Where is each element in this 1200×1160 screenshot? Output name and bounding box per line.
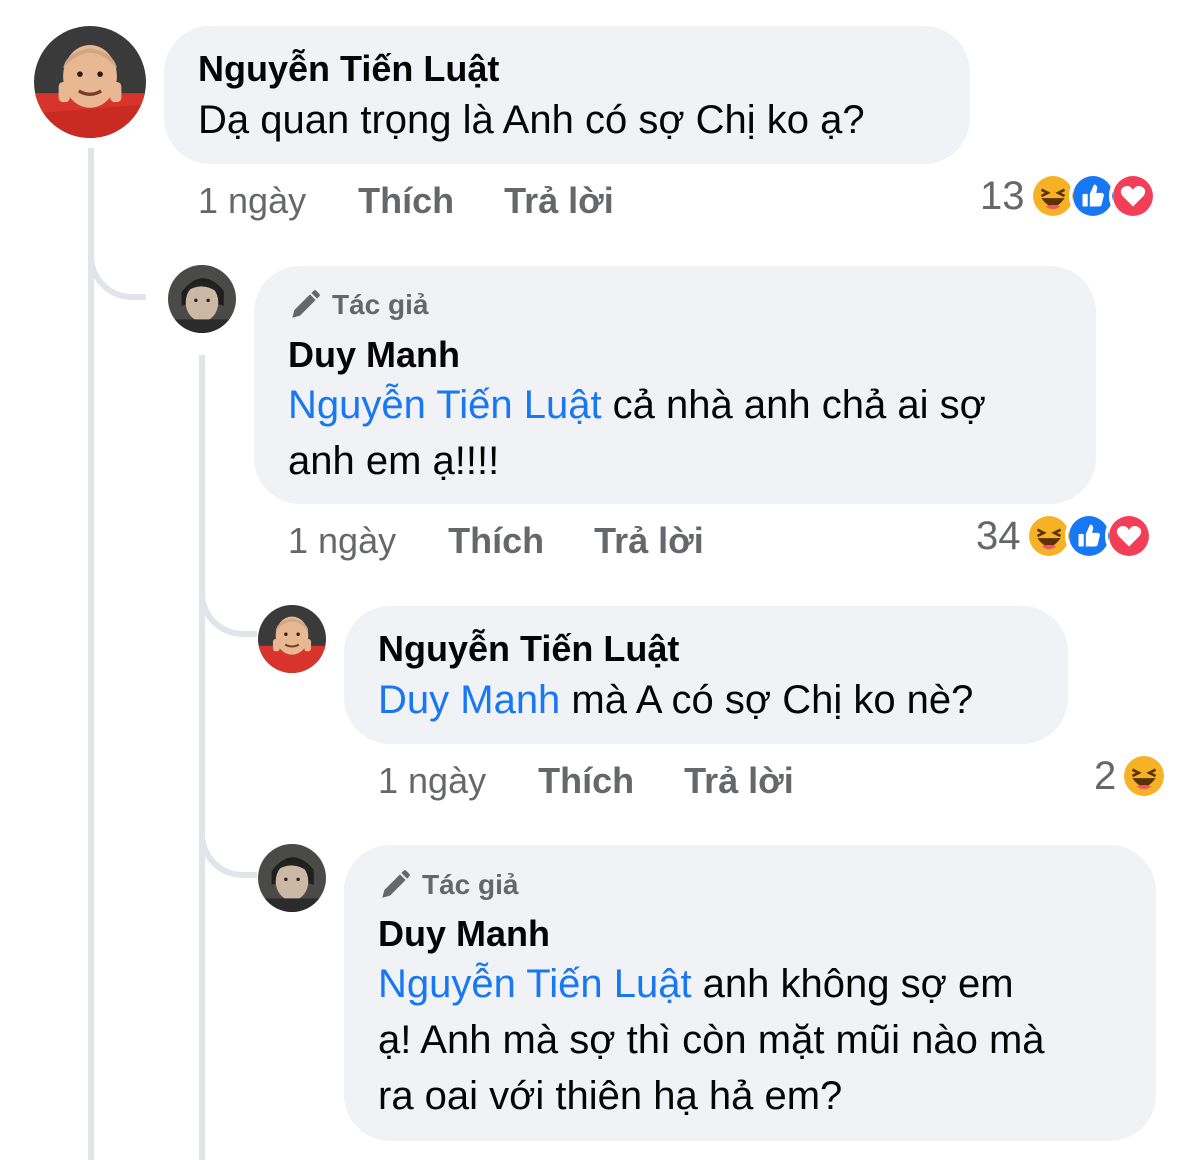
reply-button[interactable]: Trả lời bbox=[594, 520, 704, 562]
thread-curve-2 bbox=[199, 575, 257, 637]
avatar[interactable] bbox=[34, 26, 146, 138]
comment-author-name[interactable]: Duy Manh bbox=[378, 913, 550, 955]
thread-line-main bbox=[88, 148, 94, 1160]
comment-text: Nguyễn Tiến Luật anh không sợ em ạ! Anh … bbox=[378, 956, 1148, 1124]
thread-curve-3 bbox=[199, 810, 257, 878]
reactions-summary[interactable]: 13 bbox=[980, 172, 1157, 220]
comment-text-line: anh không sợ em bbox=[691, 962, 1014, 1006]
comment-meta: 1 ngày Thích Trả lời bbox=[198, 180, 664, 222]
comment-time[interactable]: 1 ngày bbox=[288, 520, 396, 562]
comment-text-line: mà A có sợ Chị ko nè? bbox=[560, 678, 974, 722]
comment-meta: 1 ngày Thích Trả lời bbox=[378, 760, 844, 802]
reactions-summary[interactable]: 34 bbox=[976, 512, 1153, 560]
reactions-summary[interactable]: 2 bbox=[1094, 752, 1169, 800]
comment-text: Duy Manh mà A có sợ Chị ko nè? bbox=[378, 672, 973, 728]
like-button[interactable]: Thích bbox=[538, 760, 634, 802]
comment-author-name[interactable]: Duy Manh bbox=[288, 334, 460, 376]
like-button[interactable]: Thích bbox=[358, 180, 454, 222]
love-reaction-icon bbox=[1104, 512, 1153, 560]
reaction-count: 2 bbox=[1094, 753, 1117, 798]
pencil-icon bbox=[382, 870, 410, 898]
comment-meta: 1 ngày Thích Trả lời bbox=[288, 520, 754, 562]
avatar[interactable] bbox=[258, 605, 326, 673]
author-badge: Tác giả bbox=[378, 868, 518, 902]
reply-button[interactable]: Trả lời bbox=[504, 180, 614, 222]
comment-author-name[interactable]: Nguyễn Tiến Luật bbox=[198, 48, 499, 90]
comment-text: Dạ quan trọng là Anh có sợ Chị ko ạ? bbox=[198, 98, 865, 142]
author-badge-label: Tác giả bbox=[332, 289, 429, 320]
reply-button[interactable]: Trả lời bbox=[684, 760, 794, 802]
like-button[interactable]: Thích bbox=[448, 520, 544, 562]
pencil-icon bbox=[292, 290, 320, 318]
thread-curve-1 bbox=[88, 230, 146, 300]
comment-author-name[interactable]: Nguyễn Tiến Luật bbox=[378, 628, 679, 670]
haha-reaction-icon bbox=[1120, 752, 1169, 800]
comment-text-line: cả nhà anh chả ai sợ bbox=[601, 383, 986, 427]
avatar[interactable] bbox=[168, 265, 236, 333]
comment-text-line: ạ! Anh mà sợ thì còn mặt mũi nào mà bbox=[378, 1018, 1045, 1062]
thread-line-reply bbox=[199, 355, 205, 1160]
comment-text: Nguyễn Tiến Luật cả nhà anh chả ai sợ an… bbox=[288, 377, 1078, 489]
author-badge-label: Tác giả bbox=[422, 869, 519, 900]
reaction-count: 34 bbox=[976, 513, 1021, 558]
mention-link[interactable]: Nguyễn Tiến Luật bbox=[378, 962, 692, 1006]
comment-text-line: ra oai với thiên hạ hả em? bbox=[378, 1074, 843, 1118]
comment-time[interactable]: 1 ngày bbox=[378, 760, 486, 802]
comment-text-line: anh em ạ!!!! bbox=[288, 439, 500, 483]
comment-time[interactable]: 1 ngày bbox=[198, 180, 306, 222]
avatar[interactable] bbox=[258, 844, 326, 912]
reaction-count: 13 bbox=[980, 173, 1025, 218]
mention-link[interactable]: Duy Manh bbox=[378, 678, 560, 722]
love-reaction-icon bbox=[1108, 172, 1157, 220]
author-badge: Tác giả bbox=[288, 288, 428, 322]
mention-link[interactable]: Nguyễn Tiến Luật bbox=[288, 383, 602, 427]
